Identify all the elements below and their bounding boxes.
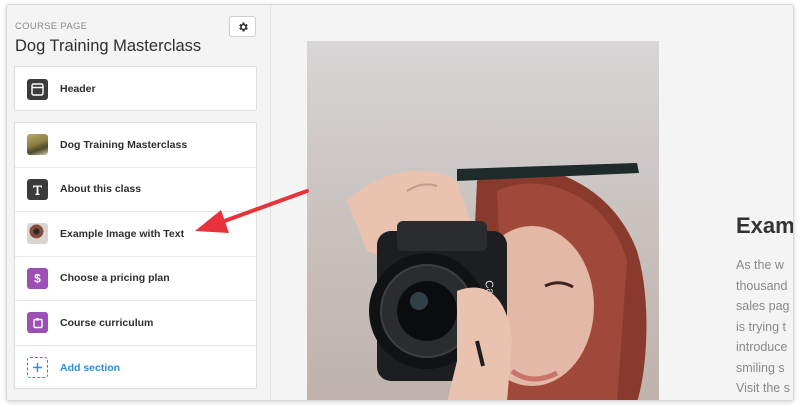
header-layout-icon	[27, 78, 48, 100]
sidebar-item-course-curriculum[interactable]: Course curriculum	[15, 301, 256, 346]
photo-thumbnail-icon	[27, 223, 48, 245]
settings-button[interactable]	[229, 16, 256, 37]
gear-icon	[238, 22, 248, 31]
text-t-icon	[27, 178, 48, 200]
dollar-icon: $	[27, 267, 48, 289]
breadcrumb: COURSE PAGE	[15, 21, 88, 32]
sidebar-item-label: Header	[60, 83, 96, 96]
sidebar-item-label: About this class	[60, 183, 142, 196]
preview-body-text: As the w thousand sales pag is trying t …	[736, 255, 793, 399]
plus-icon	[27, 357, 48, 379]
add-section-button[interactable]: Add section	[15, 346, 256, 391]
preview-body-line: introduce	[736, 340, 788, 354]
sidebar-item-header[interactable]: Header	[15, 67, 256, 112]
app-window: COURSE PAGE Dog Training Masterclass Hea…	[6, 4, 794, 401]
dog-thumbnail-icon	[27, 134, 48, 156]
sections-list: Dog Training Masterclass About this clas…	[14, 122, 257, 389]
sidebar-item-label: Choose a pricing plan	[60, 272, 170, 285]
header-card: Header	[14, 66, 257, 111]
sidebar-item-label: Course curriculum	[60, 316, 154, 329]
preview-body-line: sales pag	[736, 299, 790, 313]
page-preview: Canon Examp As the w thousand sales pag …	[271, 5, 793, 400]
sidebar-item-about-this-class[interactable]: About this class	[15, 168, 256, 212]
woman-with-camera-image: Canon	[347, 163, 647, 400]
sidebar-item-label: Add section	[60, 361, 121, 374]
preview-body-line: is trying t	[736, 319, 787, 334]
sidebar-item-choose-a-pricing-plan[interactable]: $ Choose a pricing plan	[15, 257, 256, 301]
page-title: Dog Training Masterclass	[15, 37, 202, 55]
preview-body-line: Visit the s	[736, 381, 790, 395]
preview-heading: Examp	[736, 213, 794, 238]
sidebar-item-label: Example Image with Text	[60, 227, 185, 240]
sidebar: COURSE PAGE Dog Training Masterclass Hea…	[7, 5, 271, 400]
sidebar-item-example-image-with-text[interactable]: Example Image with Text	[15, 212, 256, 257]
section-image[interactable]: Canon	[307, 41, 659, 400]
svg-text:$: $	[34, 272, 41, 286]
preview-body-line: As the w	[736, 258, 784, 272]
sidebar-item-dog-training-masterclass[interactable]: Dog Training Masterclass	[15, 123, 256, 168]
preview-body-line: smiling s	[736, 360, 785, 375]
sidebar-item-label: Dog Training Masterclass	[60, 138, 188, 151]
curriculum-icon	[27, 312, 48, 334]
preview-body-line: thousand	[736, 278, 788, 293]
